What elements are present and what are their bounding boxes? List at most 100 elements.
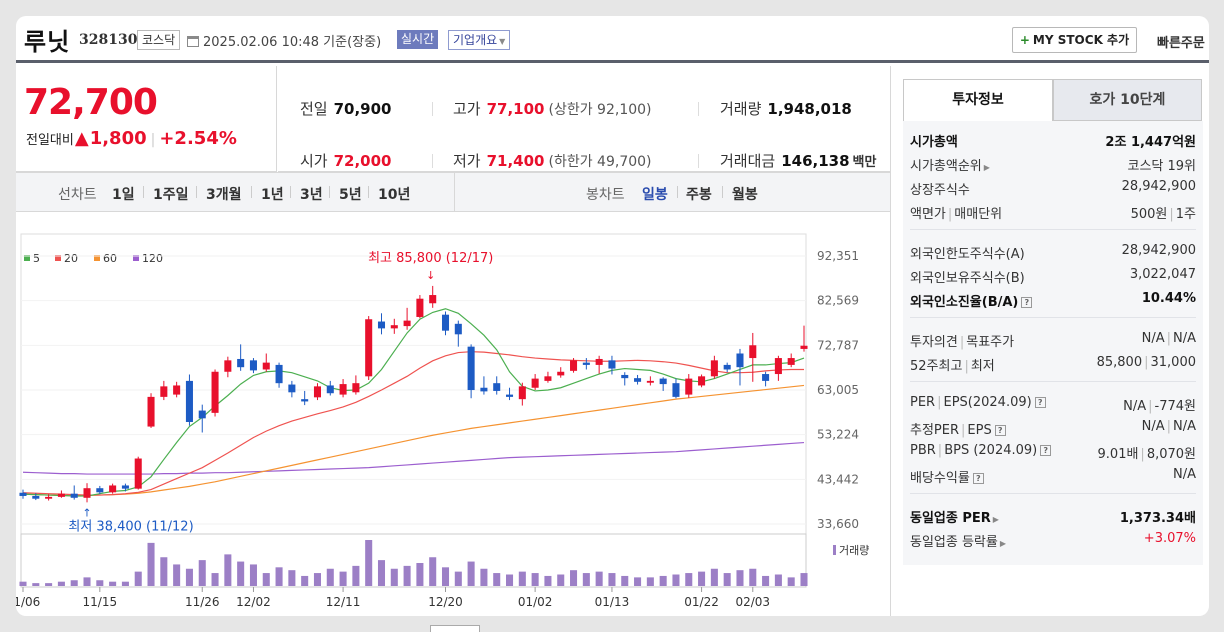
candle-body xyxy=(57,493,65,497)
info-row: 액면가 | 매매단위 500원 | 1주 xyxy=(910,207,1196,222)
candle-body xyxy=(429,295,437,304)
candle-body xyxy=(173,385,181,395)
chevron-down-icon: ▼ xyxy=(499,37,506,46)
x-tick-label: 11/06 xyxy=(16,595,40,609)
info-row: 외국인소진율(B/A)? 10.44% xyxy=(910,291,1196,310)
y-tick-label: 82,569 xyxy=(817,294,859,308)
volume-bar xyxy=(441,567,450,586)
volume-bar xyxy=(121,581,129,586)
line-chart-label: 선차트 xyxy=(58,187,97,203)
volume-bar xyxy=(416,563,424,586)
volume-bar xyxy=(531,573,539,586)
legend-label: 20 xyxy=(64,252,78,265)
info-row[interactable]: 시가총액순위 ▶ 코스닥 19위 xyxy=(910,153,1196,174)
volume-bar xyxy=(800,573,808,586)
company-overview-dropdown[interactable]: 기업개요 ▼ xyxy=(448,30,511,50)
info-row[interactable]: 동일업종 등락률 ▶ +3.07% xyxy=(910,529,1196,550)
trade-amount: 거래대금 146,138 백만 xyxy=(720,152,877,170)
candle-body xyxy=(416,298,424,317)
candle-body xyxy=(32,495,40,499)
candle-body xyxy=(147,396,155,427)
stock-chart[interactable]: 5 20 60 120 92,351 82,569 72,787 63,005 53,224 43… xyxy=(16,212,890,616)
tab-daily[interactable]: 일봉 xyxy=(642,184,668,204)
volume-bar xyxy=(185,568,193,586)
candle-body xyxy=(518,386,526,400)
candle-body xyxy=(621,374,629,379)
x-tick-label: 11/15 xyxy=(83,595,118,609)
help-icon[interactable]: ? xyxy=(1040,445,1052,456)
candle-body xyxy=(480,387,488,392)
help-icon[interactable]: ? xyxy=(1021,297,1033,308)
volume-bar xyxy=(301,575,309,586)
x-tick-label: 12/02 xyxy=(236,595,271,609)
candle-body xyxy=(582,362,590,365)
info-row: 52주최고 | 최저 85,800 | 31,000 xyxy=(910,355,1196,374)
candle-body xyxy=(275,364,283,384)
low-price: 저가 71,400 (하한가 49,700) xyxy=(453,152,652,170)
volume-bar xyxy=(570,570,578,586)
tab-investment-info[interactable]: 투자정보 xyxy=(903,79,1053,121)
candle-body xyxy=(377,321,386,329)
legend-label: 5 xyxy=(33,252,40,265)
volume-bar xyxy=(237,561,245,586)
tab-10y[interactable]: 10년 xyxy=(378,184,410,204)
realtime-button[interactable]: 실시간 xyxy=(397,30,439,49)
tab-1d[interactable]: 1일 xyxy=(112,184,135,204)
candle-body xyxy=(45,496,53,499)
tab-1y[interactable]: 1년 xyxy=(261,184,284,204)
help-icon[interactable]: ? xyxy=(972,473,984,484)
info-row: 외국인한도주식수(A) 28,942,900 xyxy=(910,243,1196,262)
info-row[interactable]: 동일업종 PER ▶ 1,373.34배 xyxy=(910,505,1196,526)
tab-weekly[interactable]: 주봉 xyxy=(686,184,712,204)
candle-body xyxy=(198,410,206,419)
candle-body xyxy=(710,360,718,377)
tab-3y[interactable]: 3년 xyxy=(300,184,323,204)
help-icon[interactable]: ? xyxy=(994,425,1006,436)
volume-bar xyxy=(467,561,475,586)
investment-info-panel: 투자정보 호가 10단계 시가총액 2조 1,447억원시가총액순위 ▶ 코스닥 19… xyxy=(903,79,1203,579)
volume-bar xyxy=(762,575,770,586)
volume-bar xyxy=(147,542,155,586)
candle-body xyxy=(237,358,245,368)
volume-bar xyxy=(173,564,181,586)
quick-order-button[interactable]: 빠른주문 xyxy=(1157,32,1205,51)
candle-body xyxy=(544,376,552,381)
volume-bar xyxy=(454,571,462,586)
caret-right-icon: ▶ xyxy=(992,515,999,524)
candle-body xyxy=(774,358,782,375)
caret-right-icon: ▶ xyxy=(983,163,990,172)
tab-order-book[interactable]: 호가 10단계 xyxy=(1053,79,1202,121)
calendar-icon xyxy=(187,36,199,47)
y-tick-label: 72,787 xyxy=(817,338,859,352)
volume-bar xyxy=(621,575,629,586)
x-tick-label: 12/11 xyxy=(326,595,361,609)
volume-bar xyxy=(480,568,488,586)
help-icon[interactable]: ? xyxy=(1034,397,1046,408)
stock-code: 328130 xyxy=(79,32,138,48)
candle-body xyxy=(506,394,514,397)
info-row: 시가총액 2조 1,447억원 xyxy=(910,135,1196,150)
info-row: PBR | BPS (2024.09)? 9.01배 | 8,070원 xyxy=(910,443,1196,462)
volume-bar xyxy=(557,574,565,586)
info-row: 투자의견 | 목표주가 N/A | N/A xyxy=(910,331,1196,350)
collapse-handle[interactable] xyxy=(430,625,480,632)
y-tick-label: 43,442 xyxy=(817,472,859,486)
volume-bar xyxy=(723,573,731,586)
volume-bar xyxy=(544,575,552,586)
candle-body xyxy=(454,323,462,335)
volume-bar xyxy=(659,575,667,586)
add-mystock-button[interactable]: + MY STOCK 추가 xyxy=(1012,27,1137,53)
tab-monthly[interactable]: 월봉 xyxy=(732,184,758,204)
tab-1w[interactable]: 1주일 xyxy=(153,184,189,204)
y-tick-label: 53,224 xyxy=(817,428,859,442)
volume-bar xyxy=(787,577,795,586)
candle-body xyxy=(352,383,360,393)
tab-3m[interactable]: 3개월 xyxy=(206,184,242,204)
volume-legend-label: 거래량 xyxy=(839,544,869,557)
volume-bar xyxy=(518,571,526,586)
tab-5y[interactable]: 5년 xyxy=(339,184,362,204)
volume-bar xyxy=(685,573,693,586)
volume: 거래량 1,948,018 xyxy=(720,100,852,118)
info-row: 외국인보유주식수(B) 3,022,047 xyxy=(910,267,1196,286)
candle-body xyxy=(224,360,232,372)
